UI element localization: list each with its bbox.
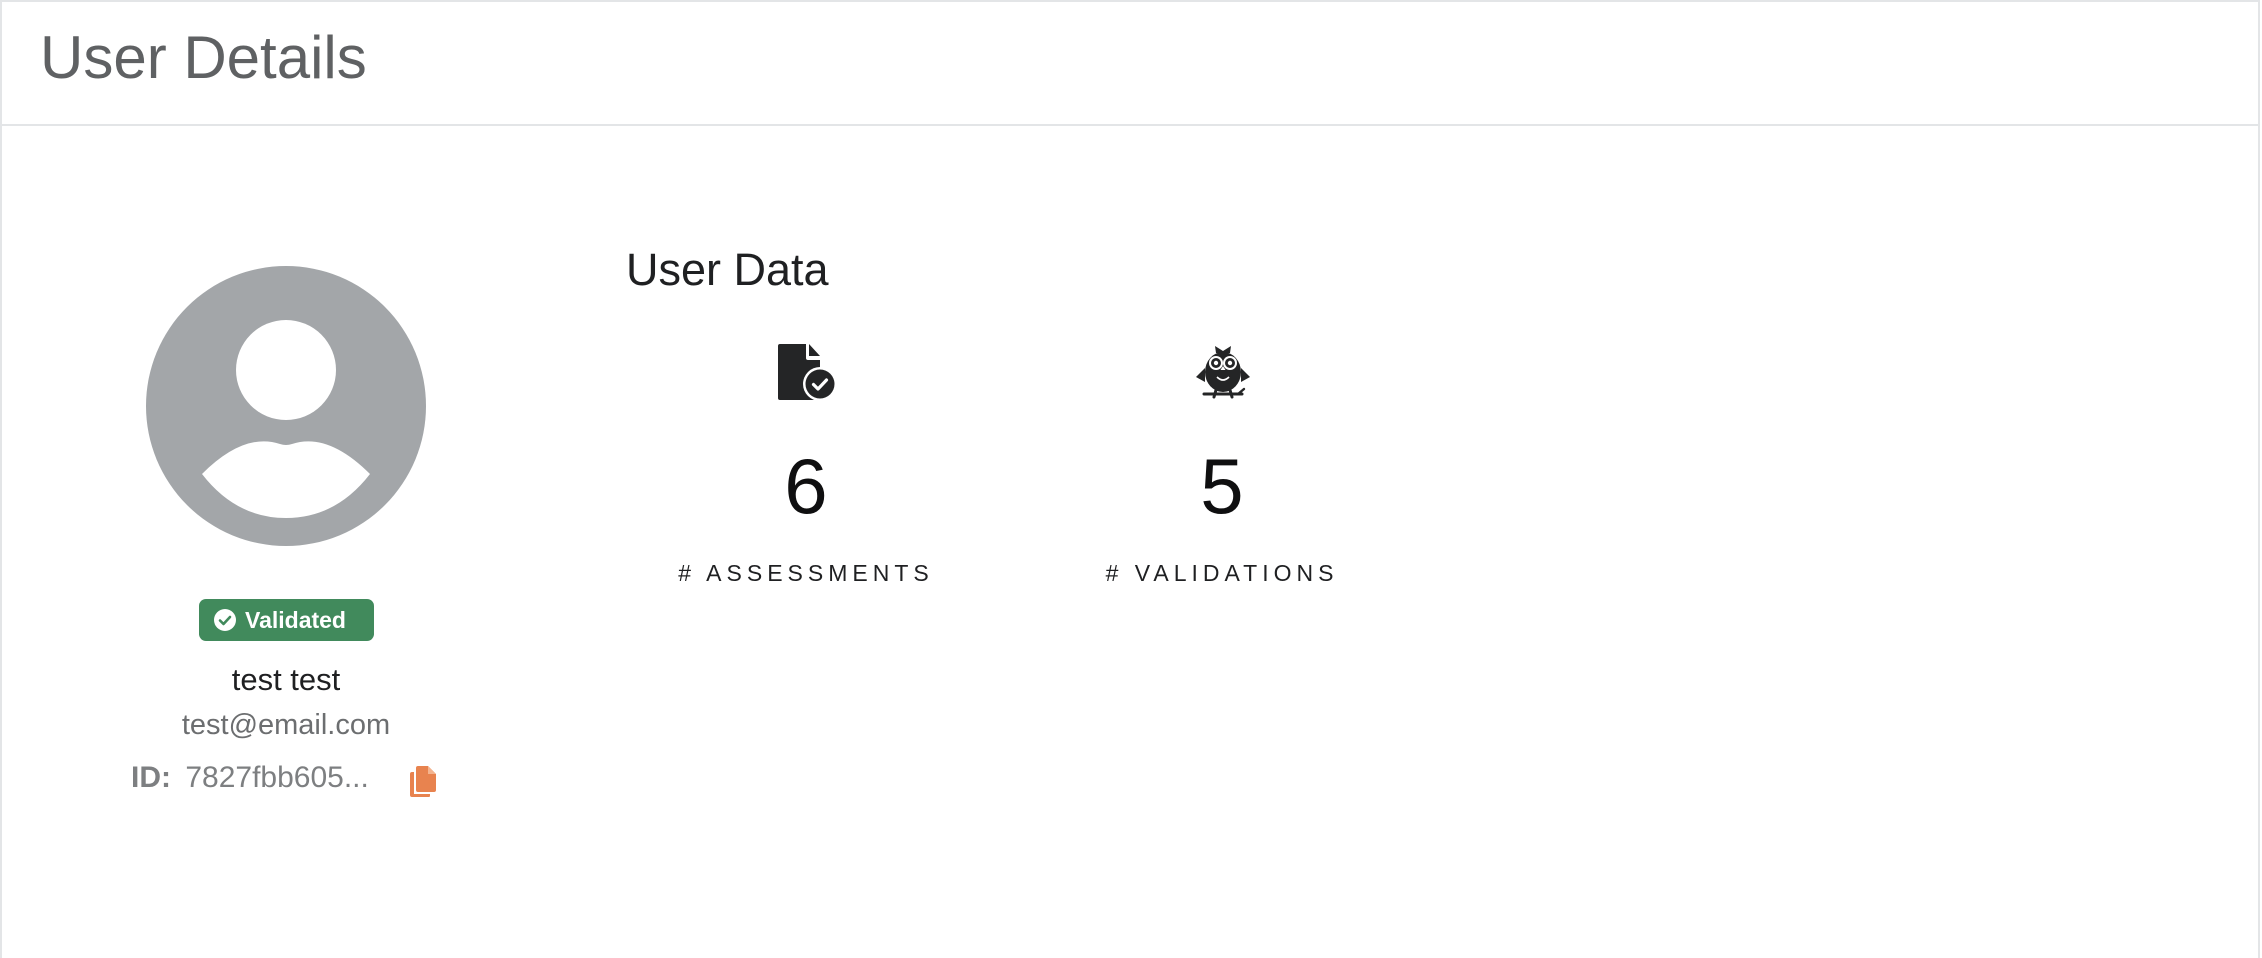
status-badge-label: Validated [245,607,346,633]
assessments-count: 6 [784,442,828,530]
check-circle-icon [214,609,236,631]
user-email: test@email.com [181,709,391,741]
assessments-label: # ASSESSMENTS [678,560,934,586]
user-id-label: ID: [131,761,171,794]
user-details-card: User Details Validated test test test@em… [0,0,2260,958]
user-data-title: User Data [626,244,829,295]
copy-icon[interactable] [409,764,439,798]
profile-panel: Validated test test test@email.com ID: 7… [2,126,570,826]
user-name: test test [231,662,341,697]
status-badge: Validated [199,599,374,641]
user-id-value: 7827fbb605... [185,761,369,794]
stat-assessments: 6 # ASSESSMENTS [656,342,956,592]
page-title: User Details [40,24,367,91]
card-header: User Details [2,2,2258,126]
avatar [146,266,426,546]
validations-label: # VALIDATIONS [1105,560,1339,586]
validations-count: 5 [1200,442,1244,530]
user-id-row: ID: 7827fbb605... [131,758,369,798]
owl-icon [1196,346,1250,399]
stat-validations: 5 # VALIDATIONS [1072,342,1372,592]
file-check-icon [778,344,837,401]
